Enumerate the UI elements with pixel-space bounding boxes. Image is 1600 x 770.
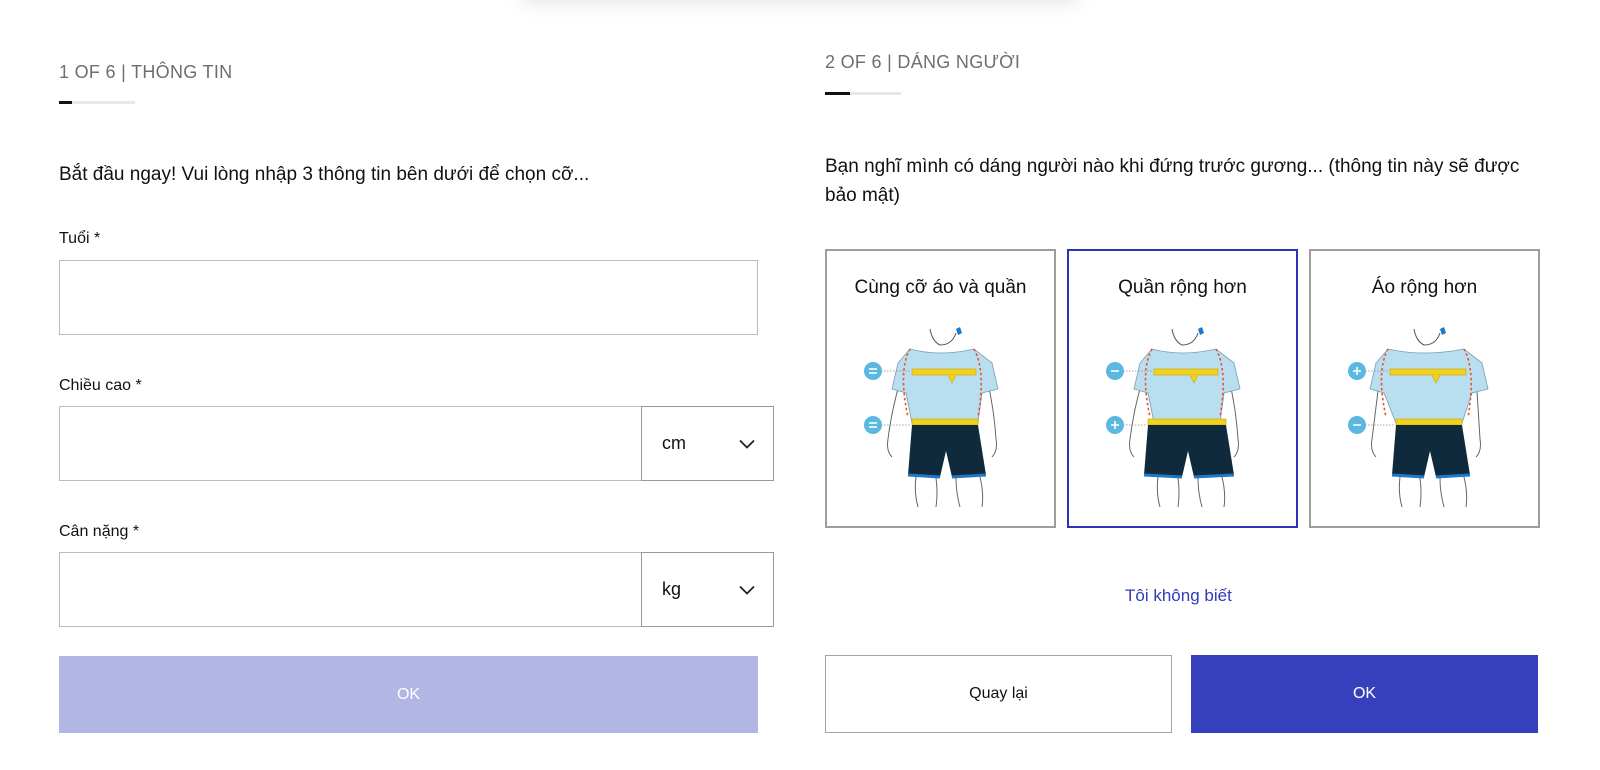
body-shape-card-label: Quần rộng hơn xyxy=(1118,277,1247,298)
upper-sign-icon xyxy=(1348,362,1366,380)
body-shape-card-label: Cùng cỡ áo và quần xyxy=(854,277,1027,298)
upper-sign-icon xyxy=(864,362,882,380)
weight-unit-select[interactable]: kg xyxy=(641,552,774,627)
height-input[interactable] xyxy=(59,406,643,481)
weight-label: Cân nặng * xyxy=(59,523,140,540)
step-1-ok-button[interactable]: OK xyxy=(59,656,758,733)
step-1-title: 1 OF 6 | THÔNG TIN xyxy=(59,62,233,82)
body-shape-figure xyxy=(1348,327,1489,507)
step-2-title: 2 OF 6 | DÁNG NGƯỜI xyxy=(825,52,1021,72)
step-1-progress-fill xyxy=(59,100,72,104)
back-button[interactable]: Quay lại xyxy=(825,655,1172,733)
weight-input[interactable] xyxy=(59,552,643,627)
step-2-intro: Bạn nghĩ mình có dáng người nào khi đứng… xyxy=(825,156,1520,206)
step-2-ok-button[interactable]: OK xyxy=(1191,655,1538,733)
age-label: Tuổi * xyxy=(59,230,101,247)
chevron-down-icon xyxy=(739,439,755,449)
step-1-progress xyxy=(59,100,135,104)
chevron-down-icon xyxy=(739,585,755,595)
dont-know-link[interactable]: Tôi không biết xyxy=(1125,586,1232,606)
height-unit-select[interactable]: cm xyxy=(641,406,774,481)
step-2-progress xyxy=(825,91,901,95)
body-shape-card[interactable]: Quần rộng hơn xyxy=(1067,249,1298,528)
step-1-intro: Bắt đầu ngay! Vui lòng nhập 3 thông tin … xyxy=(59,164,590,185)
body-shape-figure xyxy=(1106,327,1241,507)
age-input[interactable] xyxy=(59,260,758,335)
upper-sign-icon xyxy=(1106,362,1124,380)
body-shape-card[interactable]: Áo rộng hơn xyxy=(1309,249,1540,528)
step-2-progress-fill xyxy=(825,91,851,95)
weight-unit-value: kg xyxy=(662,579,682,599)
height-label: Chiều cao * xyxy=(59,377,142,394)
lower-sign-icon xyxy=(864,416,882,434)
lower-sign-icon xyxy=(1348,416,1366,434)
lower-sign-icon xyxy=(1106,416,1124,434)
height-unit-value: cm xyxy=(662,433,686,453)
body-shape-card-label: Áo rộng hơn xyxy=(1371,277,1478,298)
body-shape-card[interactable]: Cùng cỡ áo và quần xyxy=(825,249,1056,528)
body-shape-figure xyxy=(864,327,999,507)
